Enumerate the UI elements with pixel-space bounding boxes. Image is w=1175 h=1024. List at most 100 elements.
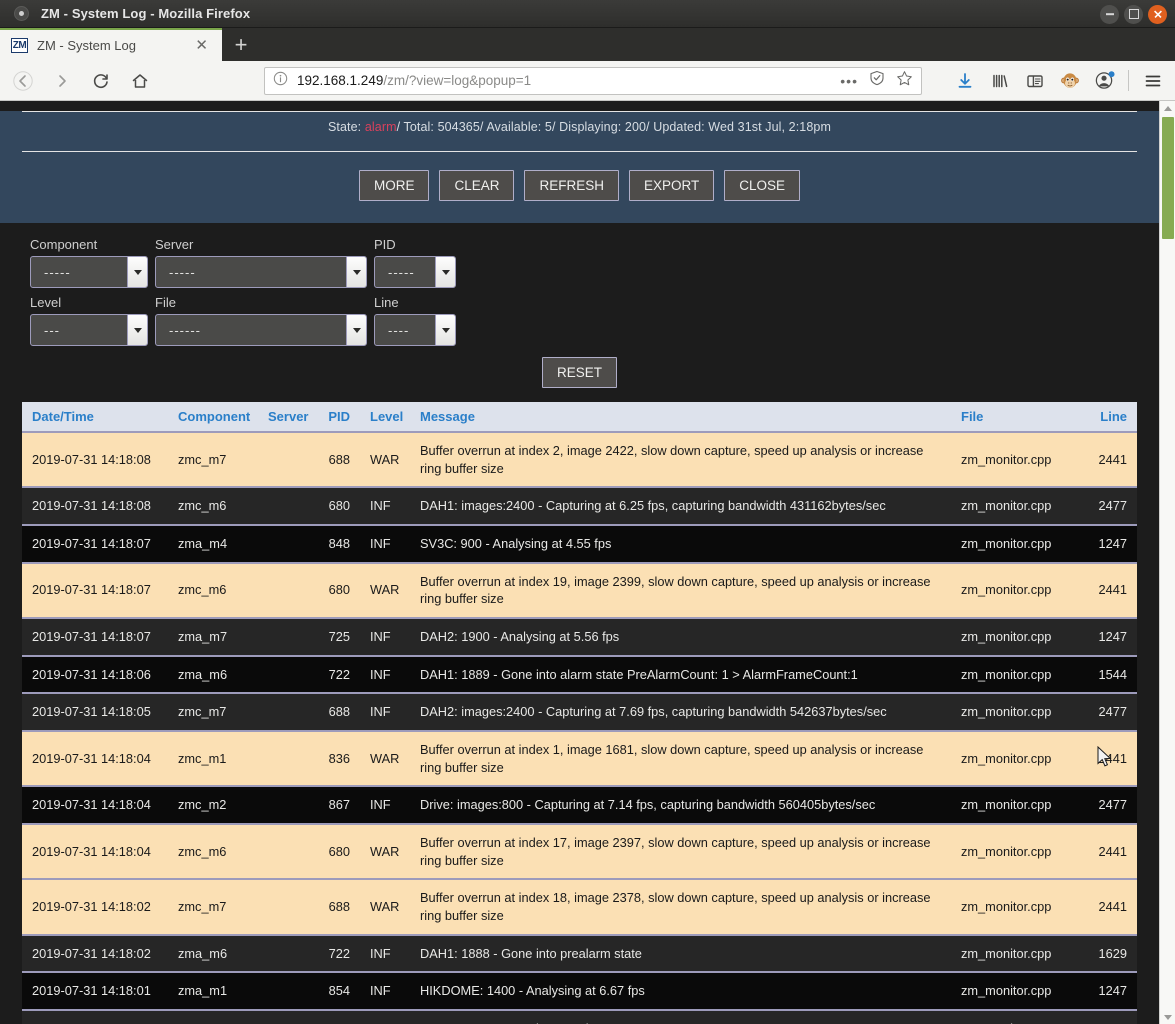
forward-arrow-icon[interactable] bbox=[45, 64, 78, 97]
page-info-icon[interactable] bbox=[273, 71, 288, 91]
log-banner: State: alarm/ Total: 504365/ Available: … bbox=[0, 111, 1159, 223]
table-row[interactable]: 2019-07-31 14:18:07 zma_m4 848 INF SV3C: 900… bbox=[22, 524, 1137, 564]
log-cell-file: zm_monitor.cpp bbox=[951, 562, 1081, 619]
tab-strip: ZM ZM - System Log ✕ + bbox=[0, 28, 1175, 61]
log-cell-level: WAR bbox=[360, 879, 410, 936]
chevron-down-icon[interactable] bbox=[127, 315, 147, 345]
col-header-message[interactable]: Message bbox=[410, 402, 951, 433]
page-actions-icon[interactable]: ••• bbox=[840, 74, 858, 88]
table-row[interactable]: 2019-07-31 14:18:05 zmc_m7 688 INF DAH2: ima… bbox=[22, 693, 1137, 732]
log-cell-pid: 688 bbox=[314, 693, 360, 732]
page-scrollbar[interactable] bbox=[1159, 101, 1175, 1024]
log-cell-line: 1247 bbox=[1081, 617, 1137, 657]
more-button[interactable]: MORE bbox=[358, 170, 430, 201]
table-row[interactable]: 2019-07-31 14:18:02 zmc_m7 688 WAR Buffer ov… bbox=[22, 879, 1137, 936]
col-header-file[interactable]: File bbox=[951, 402, 1081, 433]
tab-close-icon[interactable]: ✕ bbox=[195, 38, 208, 53]
new-tab-button[interactable]: + bbox=[222, 28, 260, 61]
chevron-down-icon[interactable] bbox=[435, 315, 455, 345]
log-cell-line: 1629 bbox=[1081, 1009, 1137, 1024]
close-button[interactable] bbox=[1148, 4, 1167, 24]
log-cell-server bbox=[258, 487, 314, 526]
log-filters: Component ----- Server ----- PID ----- L… bbox=[0, 223, 1159, 388]
chevron-down-icon[interactable] bbox=[435, 257, 455, 287]
scrollbar-track[interactable] bbox=[1160, 115, 1175, 1010]
star-icon[interactable] bbox=[896, 70, 913, 92]
log-cell-datetime: 2019-07-31 14:18:06 bbox=[22, 655, 168, 695]
filter-pid-select[interactable]: ----- bbox=[374, 256, 456, 288]
table-row[interactable]: 2019-07-31 14:18:01 zma_m1 854 INF HIKDOME: … bbox=[22, 972, 1137, 1011]
sidebar-icon[interactable] bbox=[1018, 64, 1051, 97]
col-header-level[interactable]: Level bbox=[360, 402, 410, 433]
scrollbar-thumb[interactable] bbox=[1161, 117, 1174, 239]
col-header-component[interactable]: Component bbox=[168, 402, 258, 433]
account-icon[interactable] bbox=[1088, 64, 1121, 97]
chevron-down-icon[interactable] bbox=[346, 315, 366, 345]
library-icon[interactable] bbox=[983, 64, 1016, 97]
log-cell-line: 2441 bbox=[1081, 562, 1137, 619]
filter-line-select[interactable]: ---- bbox=[374, 314, 456, 346]
log-cell-message: DAH1: 1888 - Gone into prealarm state bbox=[410, 934, 951, 974]
filter-file: File ------ bbox=[155, 295, 367, 346]
minimize-button[interactable] bbox=[1100, 4, 1119, 24]
url-host: 192.168.1.249 bbox=[297, 73, 384, 88]
filter-level-value: --- bbox=[44, 322, 60, 338]
filter-server-select[interactable]: ----- bbox=[155, 256, 367, 288]
table-row[interactable]: 2019-07-31 14:18:07 zmc_m6 680 WAR Buffer ov… bbox=[22, 562, 1137, 619]
refresh-button[interactable]: REFRESH bbox=[524, 170, 619, 201]
log-cell-pid: 725 bbox=[314, 1009, 360, 1024]
log-cell-component: zma_m6 bbox=[168, 655, 258, 695]
table-row[interactable]: 2019-07-31 14:18:06 zma_m6 722 INF DAH1: 188… bbox=[22, 655, 1137, 695]
log-cell-level: INF bbox=[360, 972, 410, 1011]
firefox-window: ZM - System Log - Mozilla Firefox ZM ZM … bbox=[0, 0, 1175, 1024]
chevron-down-icon[interactable] bbox=[346, 257, 366, 287]
tab-title: ZM - System Log bbox=[37, 38, 136, 53]
table-row[interactable]: 2019-07-31 14:18:08 zmc_m6 680 INF DAH1: ima… bbox=[22, 487, 1137, 526]
clear-button[interactable]: CLEAR bbox=[439, 170, 515, 201]
export-button[interactable]: EXPORT bbox=[628, 170, 715, 201]
downloads-icon[interactable] bbox=[948, 64, 981, 97]
tab-zm-system-log[interactable]: ZM ZM - System Log ✕ bbox=[0, 28, 222, 61]
log-cell-component: zma_m6 bbox=[168, 934, 258, 974]
filter-row-1: Component ----- Server ----- PID ----- bbox=[30, 237, 1129, 288]
log-cell-message: Buffer overrun at index 1, image 1681, s… bbox=[410, 730, 951, 788]
hamburger-menu-icon[interactable] bbox=[1136, 64, 1169, 97]
log-cell-component: zmc_m2 bbox=[168, 786, 258, 825]
log-cell-line: 1247 bbox=[1081, 524, 1137, 564]
table-row[interactable]: 2019-07-31 14:18:02 zma_m6 722 INF DAH1: 188… bbox=[22, 934, 1137, 974]
table-row[interactable]: 2019-07-31 14:18:07 zma_m7 725 INF DAH2: 190… bbox=[22, 617, 1137, 657]
filter-file-select[interactable]: ------ bbox=[155, 314, 367, 346]
filter-line-label: Line bbox=[374, 295, 399, 310]
table-row[interactable]: 2019-07-31 14:18:04 zmc_m1 836 WAR Buffer ov… bbox=[22, 730, 1137, 788]
col-header-server[interactable]: Server bbox=[258, 402, 314, 433]
table-row[interactable]: 2019-07-31 14:18:04 zmc_m2 867 INF Drive: im… bbox=[22, 786, 1137, 825]
chevron-down-icon[interactable] bbox=[127, 257, 147, 287]
filter-component-select[interactable]: ----- bbox=[30, 256, 148, 288]
log-cell-pid: 836 bbox=[314, 730, 360, 788]
reset-button[interactable]: RESET bbox=[541, 357, 617, 388]
shield-icon[interactable] bbox=[869, 70, 885, 91]
home-icon[interactable] bbox=[123, 64, 156, 97]
col-header-line[interactable]: Line bbox=[1081, 402, 1137, 433]
window-controls bbox=[1100, 0, 1167, 28]
log-cell-datetime: 2019-07-31 14:18:04 bbox=[22, 823, 168, 881]
col-header-pid[interactable]: PID bbox=[314, 402, 360, 433]
log-cell-file: zm_monitor.cpp bbox=[951, 432, 1081, 489]
monkey-avatar-icon[interactable] bbox=[1053, 64, 1086, 97]
filter-level-select[interactable]: --- bbox=[30, 314, 148, 346]
close-log-button[interactable]: CLOSE bbox=[724, 170, 801, 201]
scroll-up-icon[interactable] bbox=[1160, 101, 1175, 115]
maximize-button[interactable] bbox=[1124, 4, 1143, 24]
reload-icon[interactable] bbox=[84, 64, 117, 97]
log-cell-line: 2477 bbox=[1081, 487, 1137, 526]
table-row[interactable]: 2019-07-31 14:18:04 zmc_m6 680 WAR Buffer ov… bbox=[22, 823, 1137, 881]
scroll-down-icon[interactable] bbox=[1160, 1010, 1175, 1024]
table-row[interactable]: 2019-07-31 14:18:00zma_m7 725INFDAH2: 187… bbox=[22, 1009, 1137, 1024]
back-arrow-icon[interactable] bbox=[6, 64, 39, 97]
url-bar[interactable]: 192.168.1.249/zm/?view=log&popup=1 ••• bbox=[264, 66, 922, 95]
table-row[interactable]: 2019-07-31 14:18:08 zmc_m7 688 WAR Buffer ov… bbox=[22, 432, 1137, 489]
col-header-datetime[interactable]: Date/Time bbox=[22, 402, 168, 433]
log-cell-component: zmc_m6 bbox=[168, 823, 258, 881]
status-details: / Total: 504365/ Available: 5/ Displayin… bbox=[396, 120, 831, 134]
log-cell-server bbox=[258, 562, 314, 619]
